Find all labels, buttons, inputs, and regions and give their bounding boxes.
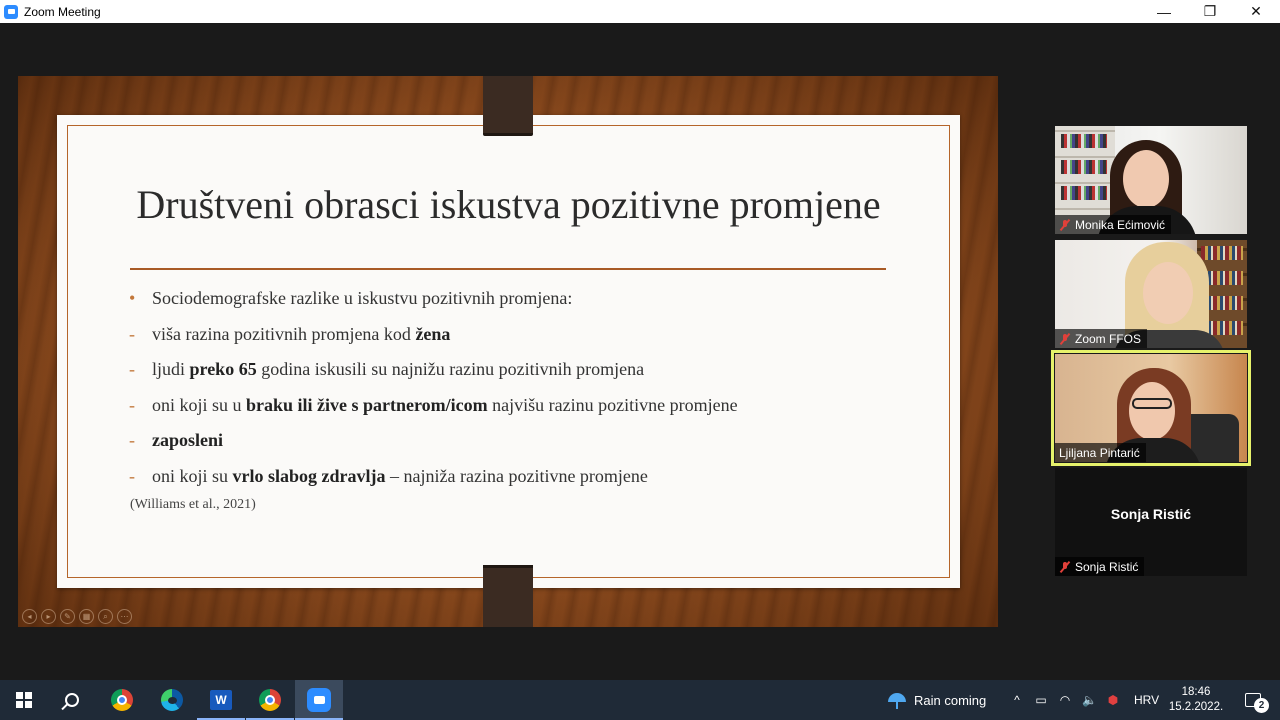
- restore-button[interactable]: ❐: [1187, 0, 1233, 23]
- slide-bullet: - oni koji su vrlo slabog zdravlja – najn…: [129, 463, 929, 499]
- slides-icon[interactable]: ▦: [79, 609, 94, 624]
- system-tray-icons: ^ ▭ ◠ 🔈 ⬢: [1010, 680, 1120, 720]
- participant-name-placeholder: Sonja Ristić: [1110, 506, 1192, 522]
- slide-bullet: - ljudi preko 65 godina iskusili su najni…: [129, 356, 929, 392]
- participant-video-zoom-ffos[interactable]: Zoom FFOS: [1055, 240, 1247, 348]
- notification-center-button[interactable]: 2: [1236, 680, 1270, 720]
- binder-clip-top: [483, 76, 533, 136]
- edge-icon: [161, 689, 183, 711]
- weather-text: Rain coming: [914, 692, 987, 708]
- bullet-marker: -: [129, 394, 135, 415]
- bullet-marker: -: [129, 323, 135, 344]
- back-icon[interactable]: ◂: [22, 609, 37, 624]
- bullet-text: Sociodemografske razlike u iskustvu pozi…: [152, 288, 573, 308]
- participant-name-tag: Zoom FFOS: [1055, 329, 1148, 348]
- bullet-marker: -: [129, 430, 135, 451]
- mic-muted-icon: [1059, 219, 1071, 231]
- slide-bullet: - oni koji su u braku ili žive s partnero…: [129, 392, 929, 428]
- bullet-text: ljudi: [152, 359, 190, 380]
- close-button[interactable]: ✕: [1233, 0, 1279, 23]
- participant-name-tag: Sonja Ristić: [1055, 557, 1145, 576]
- app-tray-icon[interactable]: ⬢: [1106, 693, 1120, 707]
- participant-name: Monika Ećimović: [1075, 217, 1166, 232]
- taskbar-word[interactable]: W: [197, 680, 245, 720]
- bullet-text: – najniža razina pozitivne promjene: [385, 465, 648, 486]
- shared-screen-slide[interactable]: Društveni obrasci iskustva pozitivne pro…: [18, 76, 998, 627]
- bullet-emphasis: preko 65: [189, 359, 257, 380]
- taskbar-chrome[interactable]: [98, 680, 146, 720]
- more-icon[interactable]: ⋯: [117, 609, 132, 624]
- umbrella-icon: [888, 691, 906, 709]
- bullet-emphasis: zaposleni: [152, 430, 224, 451]
- volume-icon[interactable]: 🔈: [1082, 693, 1097, 707]
- bullet-text: oni koji su u: [152, 394, 247, 415]
- participant-video-ljiljana[interactable]: Ljiljana Pintarić: [1055, 354, 1247, 462]
- windows-taskbar: W Rain coming ^ ▭ ◠ 🔈 ⬢ HRV 18:46 15.2.2…: [0, 680, 1280, 720]
- search-button[interactable]: [48, 680, 96, 720]
- slide-bullet: - zaposleni: [129, 427, 929, 463]
- start-button[interactable]: [0, 680, 48, 720]
- bullet-emphasis: žena: [415, 323, 451, 344]
- wifi-icon[interactable]: ◠: [1058, 693, 1072, 707]
- taskbar-zoom[interactable]: [295, 680, 343, 720]
- taskbar-edge[interactable]: [148, 680, 196, 720]
- participant-name: Ljiljana Pintarić: [1059, 445, 1140, 460]
- bullet-emphasis: braku ili žive s partnerom/icom: [246, 394, 488, 415]
- battery-icon[interactable]: ▭: [1034, 693, 1048, 707]
- chrome-icon: [111, 689, 133, 711]
- notification-icon: 2: [1245, 693, 1269, 713]
- slide-bullet: • Sociodemografske razlike u iskustvu poz…: [129, 285, 929, 321]
- slide-citation: (Williams et al., 2021): [130, 497, 256, 512]
- slide-divider: [130, 268, 886, 270]
- zoom-app-icon: [4, 4, 18, 19]
- participant-name: Sonja Ristić: [1075, 559, 1139, 574]
- participant-face: [1129, 382, 1175, 440]
- bullet-text: oni koji su: [152, 465, 233, 486]
- bullet-text: najvišu razinu pozitivne promjene: [487, 394, 738, 415]
- clock[interactable]: 18:46 15.2.2022.: [1168, 680, 1224, 720]
- glasses: [1132, 398, 1172, 409]
- language-indicator[interactable]: HRV: [1134, 680, 1159, 720]
- participant-video-monika[interactable]: Monika Ećimović: [1055, 126, 1247, 234]
- meeting-area: Društveni obrasci iskustva pozitivne pro…: [0, 23, 1280, 680]
- bullet-marker: -: [129, 359, 135, 380]
- bullet-marker: •: [129, 288, 136, 308]
- slide-bullet-list: • Sociodemografske razlike u iskustvu poz…: [129, 285, 929, 499]
- notification-count: 2: [1254, 698, 1269, 713]
- participant-name-tag: Ljiljana Pintarić: [1055, 443, 1146, 462]
- pointer-icon[interactable]: ▸: [41, 609, 56, 624]
- chrome-profile-icon: [259, 689, 281, 711]
- chevron-up-icon[interactable]: ^: [1010, 693, 1024, 707]
- zoom-icon[interactable]: ⌕: [98, 609, 113, 624]
- word-icon: W: [210, 690, 232, 710]
- search-icon: [65, 693, 79, 707]
- weather-widget[interactable]: Rain coming: [888, 680, 986, 720]
- windows-logo-icon: [16, 692, 32, 708]
- slideshow-toolbar: ◂ ▸ ✎ ▦ ⌕ ⋯: [22, 609, 132, 624]
- taskbar-chrome-profile[interactable]: [246, 680, 294, 720]
- zoom-icon: [307, 688, 331, 712]
- slide-bullet: - viša razina pozitivnih promjena kod žen…: [129, 321, 929, 357]
- mic-muted-icon: [1059, 561, 1071, 573]
- pen-icon[interactable]: ✎: [60, 609, 75, 624]
- participant-name: Zoom FFOS: [1075, 331, 1142, 346]
- participant-face: [1143, 262, 1193, 324]
- participant-video-sonja[interactable]: Sonja Ristić Sonja Ristić: [1055, 468, 1247, 576]
- minimize-button[interactable]: —: [1141, 0, 1187, 23]
- bullet-text: viša razina pozitivnih promjena kod: [152, 323, 416, 344]
- clock-time: 18:46: [1181, 686, 1211, 698]
- bullet-emphasis: vrlo slabog zdravlja: [232, 465, 386, 486]
- window-title: Zoom Meeting: [24, 4, 101, 19]
- participant-face: [1123, 150, 1169, 208]
- participant-name-tag: Monika Ećimović: [1055, 215, 1172, 234]
- binder-clip-bottom: [483, 565, 533, 627]
- slide-title: Društveni obrasci iskustva pozitivne pro…: [136, 182, 881, 227]
- clock-date: 15.2.2022.: [1168, 701, 1224, 713]
- slide-paper: Društveni obrasci iskustva pozitivne pro…: [57, 115, 960, 588]
- bullet-marker: -: [129, 465, 135, 486]
- bullet-text: godina iskusili su najnižu razinu poziti…: [256, 359, 645, 380]
- window-title-bar: Zoom Meeting — ❐ ✕: [0, 0, 1280, 23]
- mic-muted-icon: [1059, 333, 1071, 345]
